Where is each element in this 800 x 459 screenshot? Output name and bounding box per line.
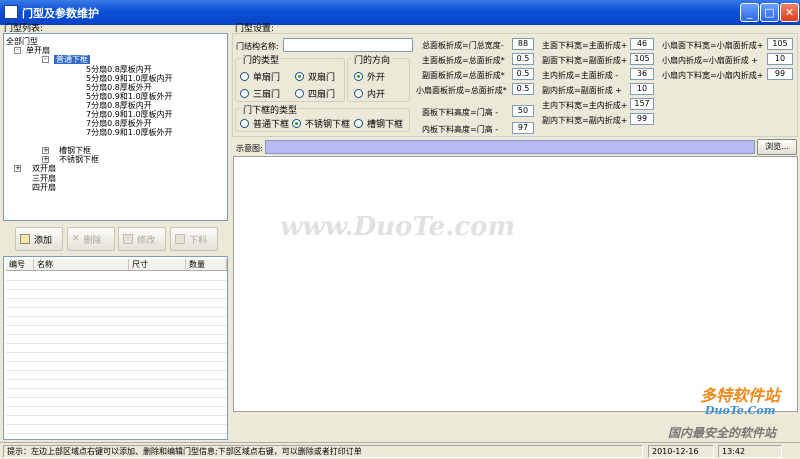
param-input[interactable]: 0.5: [512, 83, 534, 95]
add-icon: [20, 234, 30, 244]
param-input[interactable]: 105: [630, 53, 654, 65]
preview-label: 示意图:: [236, 144, 263, 153]
col-header[interactable]: 数量: [186, 259, 227, 270]
expand-icon[interactable]: +: [14, 165, 21, 172]
radio-double-door[interactable]: 双扇门: [295, 70, 335, 83]
tree-leaf[interactable]: 7分扇0.8厚板外开: [86, 119, 152, 128]
radio-quad-door[interactable]: 四扇门: [295, 87, 335, 100]
watermark-brand-url: DuoTe.Com: [705, 404, 776, 417]
param-input[interactable]: 157: [630, 98, 654, 110]
door-tree[interactable]: 全部门型 - 单开扇 - 普通下框 5分扇0.8厚板内开 5分扇0.9和1.0厚…: [3, 33, 228, 221]
minimize-button[interactable]: _: [740, 3, 759, 22]
tree-leaf[interactable]: 5分扇0.8厚板外开: [86, 83, 152, 92]
delete-button[interactable]: ✕ 删除: [67, 227, 115, 251]
param-label: 主内下料宽=主内折成+: [542, 101, 628, 110]
param-input[interactable]: 105: [767, 38, 793, 50]
param-input[interactable]: 50: [512, 105, 534, 117]
status-bar: 提示：左边上部区域点右键可以添加、删除和编辑门型信息;下部区域点右键，可以删除或…: [0, 442, 800, 459]
param-input[interactable]: 0.5: [512, 68, 534, 80]
param-input[interactable]: 0.5: [512, 53, 534, 65]
radio-outward[interactable]: 外开: [354, 70, 385, 83]
param-label: 总面板折成=门总宽度-: [422, 41, 504, 50]
param-label: 主面下料宽=主面折成+: [542, 41, 628, 50]
tree-node-single[interactable]: 单开扇: [26, 46, 50, 55]
radio-single-door[interactable]: 单扇门: [240, 70, 280, 83]
grid-header: 编号 名称 尺寸 数量: [6, 259, 227, 271]
col-header[interactable]: 编号: [6, 259, 34, 270]
radio-inward[interactable]: 内开: [354, 87, 385, 100]
param-label: 副面板折成=总面折成*: [422, 71, 505, 80]
param-label: 小扇内下料宽=小扇内折成+: [662, 71, 764, 80]
param-input[interactable]: 88: [512, 38, 534, 50]
param-input[interactable]: 99: [767, 68, 793, 80]
collapse-icon[interactable]: -: [14, 47, 21, 54]
app-icon: [4, 5, 18, 19]
param-label: 副面下料宽=副面折成+: [542, 56, 628, 65]
param-label: 主面板折成=总面折成*: [422, 56, 505, 65]
tree-node-quad[interactable]: 四开扇: [32, 183, 56, 192]
edit-button[interactable]: 修改: [118, 227, 166, 251]
param-label: 面板下料高度=门高 -: [422, 108, 499, 117]
tree-leaf[interactable]: 7分扇0.8厚板内开: [86, 101, 152, 110]
param-input[interactable]: 36: [630, 68, 654, 80]
param-label: 副内下料宽=副内折成+: [542, 116, 628, 125]
collapse-icon[interactable]: -: [42, 56, 49, 63]
tree-node-double[interactable]: 双开扇: [32, 164, 56, 173]
param-input[interactable]: 10: [767, 53, 793, 65]
browse-button[interactable]: 浏览...: [757, 139, 797, 155]
maximize-button[interactable]: □: [760, 3, 779, 22]
radio-normal-frame[interactable]: 普通下框: [240, 117, 289, 130]
tree-root[interactable]: 全部门型: [6, 37, 38, 46]
status-date: 2010-12-16: [648, 445, 714, 458]
title-bar: 门型及参数维护 _ □ ✕: [0, 0, 800, 25]
col-header[interactable]: 尺寸: [129, 259, 186, 270]
tree-leaf[interactable]: 7分扇0.9和1.0厚板内开: [86, 110, 173, 119]
tree-node-channel[interactable]: 槽钢下框: [59, 146, 91, 155]
param-input[interactable]: 10: [630, 83, 654, 95]
preview-area: [233, 156, 798, 412]
param-label: 副内折成=副面折成 +: [542, 86, 622, 95]
grid-rows: [6, 272, 227, 438]
tree-leaf[interactable]: 5分扇0.9和1.0厚板外开: [86, 92, 173, 101]
radio-steel-frame[interactable]: 不锈钢下框: [292, 117, 350, 130]
param-input[interactable]: 99: [630, 113, 654, 125]
radio-channel-frame[interactable]: 槽钢下框: [354, 117, 403, 130]
door-type-title: 门的类型: [241, 53, 282, 66]
param-label: 小扇面下料宽=小扇面折成+: [662, 41, 764, 50]
cut-icon: [175, 234, 185, 244]
tree-leaf[interactable]: 5分扇0.9和1.0厚板内开: [86, 74, 173, 83]
close-button[interactable]: ✕: [780, 3, 799, 22]
watermark-slogan: 国内最安全的软件站: [668, 426, 777, 440]
status-hint: 提示：左边上部区域点右键可以添加、删除和编辑门型信息;下部区域点右键，可以删除或…: [3, 445, 643, 458]
radio-triple-door[interactable]: 三扇门: [240, 87, 280, 100]
direction-title: 门的方向: [352, 53, 393, 66]
name-label: 门结构名称:: [236, 42, 279, 51]
status-time: 13:42: [718, 445, 782, 458]
watermark-center: www.DuoTe.com: [280, 212, 516, 242]
param-input[interactable]: 46: [630, 38, 654, 50]
tree-node-triple[interactable]: 三开扇: [32, 174, 56, 183]
tree-node-steel[interactable]: 不锈钢下框: [59, 155, 99, 164]
tree-leaf[interactable]: 5分扇0.8厚板内开: [86, 65, 152, 74]
param-label: 内板下料高度=门高 -: [422, 125, 499, 134]
param-input[interactable]: 97: [512, 122, 534, 134]
frame-type-title: 门下框的类型: [241, 103, 300, 116]
preview-path-field[interactable]: [265, 140, 755, 154]
expand-icon[interactable]: +: [42, 147, 49, 154]
param-label: 小扇内折成=小扇面折成 +: [662, 56, 758, 65]
watermark-brand: 多特软件站: [700, 386, 781, 405]
tree-leaf[interactable]: 7分扇0.9和1.0厚板外开: [86, 128, 173, 137]
param-label: 小扇面板折成=总面折成*: [416, 86, 507, 95]
col-header[interactable]: 名称: [34, 259, 129, 270]
add-button[interactable]: 添加: [15, 227, 63, 251]
tree-node-normal-frame[interactable]: 普通下框: [54, 55, 90, 64]
param-label: 主内折成=主面折成 -: [542, 71, 619, 80]
delete-icon: ✕: [72, 234, 80, 244]
expand-icon[interactable]: +: [42, 156, 49, 163]
edit-icon: [123, 234, 133, 244]
name-input[interactable]: [283, 38, 413, 52]
cut-button[interactable]: 下料: [170, 227, 218, 251]
window-title: 门型及参数维护: [22, 7, 99, 20]
